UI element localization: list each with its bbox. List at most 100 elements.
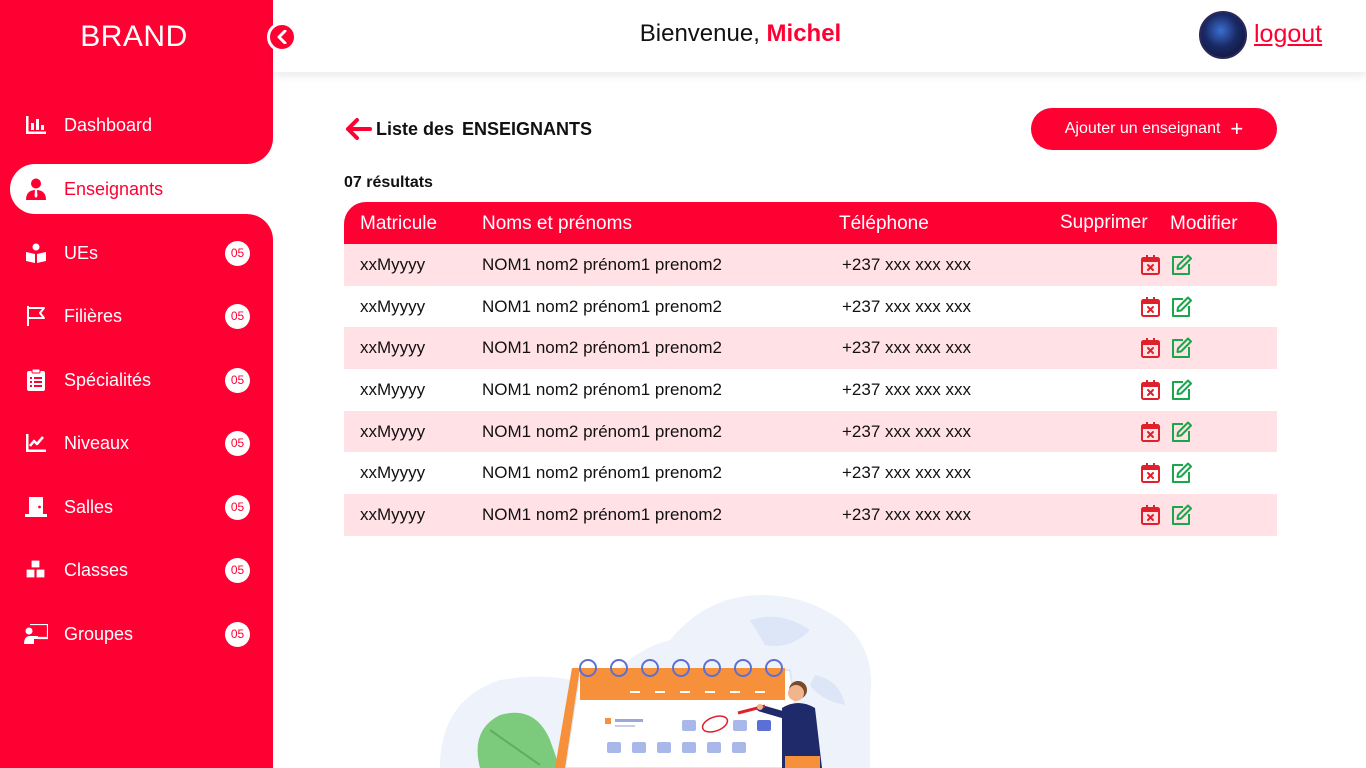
column-header-delete: Supprimer <box>1060 212 1148 233</box>
sidebar-item-label: Enseignants <box>64 178 164 199</box>
table-row: xxMyyyy NOM1 nom2 prénom1 prenom2 +237 x… <box>344 410 1277 453</box>
sidebar-item-niveaux[interactable]: Niveaux 05 <box>0 418 273 468</box>
calendar-delete-icon[interactable] <box>1140 379 1162 401</box>
edit-icon[interactable] <box>1170 379 1192 401</box>
add-teacher-button[interactable]: Ajouter un enseignant + <box>1031 108 1277 150</box>
sidebar-item-specialites[interactable]: Spécialités 05 <box>0 355 273 405</box>
count-badge: 05 <box>225 240 250 266</box>
cell-phone: +237 xxx xxx xxx <box>842 421 971 441</box>
cell-matricule: xxMyyyy <box>360 421 426 441</box>
table-row: xxMyyyy NOM1 nom2 prénom1 prenom2 +237 x… <box>344 327 1277 370</box>
sidebar-item-groupes[interactable]: Groupes 05 <box>0 609 273 659</box>
door-icon <box>24 495 48 519</box>
table-row: xxMyyyy NOM1 nom2 prénom1 prenom2 +237 x… <box>344 369 1277 411</box>
sidebar-item-classes[interactable]: Classes 05 <box>0 545 273 595</box>
sidebar-item-label: Salles <box>64 496 114 517</box>
cell-phone: +237 xxx xxx xxx <box>842 338 971 358</box>
results-count: 07 résultats <box>344 174 433 191</box>
cell-phone: +237 xxx xxx xxx <box>842 505 971 525</box>
edit-icon[interactable] <box>1170 504 1192 526</box>
sidebar-collapse-button[interactable] <box>267 22 297 52</box>
cell-name: NOM1 nom2 prénom1 prenom2 <box>482 505 723 525</box>
user-name: Michel <box>766 20 842 47</box>
flag-icon <box>24 304 48 328</box>
cell-name: NOM1 nom2 prénom1 prenom2 <box>482 463 723 483</box>
sidebar-item-label: Filières <box>64 305 123 326</box>
sidebar-item-label: Niveaux <box>64 432 130 453</box>
sidebar-item-label: Groupes <box>64 623 134 644</box>
cell-matricule: xxMyyyy <box>360 380 426 400</box>
edit-icon[interactable] <box>1170 421 1192 443</box>
cell-matricule: xxMyyyy <box>360 505 426 525</box>
count-badge: 05 <box>225 621 250 647</box>
count-badge: 05 <box>225 367 250 393</box>
edit-icon[interactable] <box>1170 254 1192 276</box>
count-badge: 05 <box>225 303 250 329</box>
page-title: Liste des ENSEIGNANTS <box>344 116 592 142</box>
sidebar-item-label: Dashboard <box>64 114 153 135</box>
column-header-phone[interactable]: Téléphone <box>839 213 929 235</box>
book-reader-icon <box>24 241 48 265</box>
cell-matricule: xxMyyyy <box>360 338 426 358</box>
chart-line-icon <box>24 431 48 455</box>
count-badge: 05 <box>225 494 250 520</box>
table-row: xxMyyyy NOM1 nom2 prénom1 prenom2 +237 x… <box>344 286 1277 328</box>
count-badge: 05 <box>225 557 250 583</box>
arrow-left-icon[interactable] <box>344 117 372 141</box>
edit-icon[interactable] <box>1170 462 1192 484</box>
cell-name: NOM1 nom2 prénom1 prenom2 <box>482 380 723 400</box>
table-header: Matricule Noms et prénoms Téléphone Supp… <box>344 202 1277 244</box>
plus-icon: + <box>1230 116 1244 141</box>
chalkboard-teacher-icon <box>24 622 48 646</box>
calendar-delete-icon[interactable] <box>1140 421 1162 443</box>
calendar-delete-icon[interactable] <box>1140 462 1162 484</box>
cubes-icon <box>24 558 48 582</box>
cell-phone: +237 xxx xxx xxx <box>842 380 971 400</box>
teachers-table: Matricule Noms et prénoms Téléphone Supp… <box>344 202 1277 536</box>
welcome-message: Bienvenue, Michel <box>639 20 842 47</box>
page-title-prefix: Liste des <box>376 118 455 139</box>
count-badge: 05 <box>225 430 250 456</box>
sidebar-item-dashboard[interactable]: Dashboard <box>0 100 273 150</box>
sidebar-item-ues[interactable]: UEs 05 <box>0 228 273 278</box>
add-teacher-label: Ajouter un enseignant <box>1064 120 1221 137</box>
sidebar-item-filieres[interactable]: Filières 05 <box>0 291 273 341</box>
sidebar-item-label: Spécialités <box>64 369 152 390</box>
column-header-edit: Modifier <box>1170 213 1238 234</box>
page-title-entity: ENSEIGNANTS <box>462 118 593 139</box>
table-row: xxMyyyy NOM1 nom2 prénom1 prenom2 +237 x… <box>344 452 1277 494</box>
sidebar: BRAND Dashboard Enseignants UEs 05 Filiè… <box>0 0 273 768</box>
cell-phone: +237 xxx xxx xxx <box>842 296 971 316</box>
avatar[interactable] <box>1199 11 1247 59</box>
calendar-delete-icon[interactable] <box>1140 254 1162 276</box>
column-header-matricule[interactable]: Matricule <box>360 213 437 235</box>
top-header: Bienvenue, Michel logout <box>273 0 1366 72</box>
cell-name: NOM1 nom2 prénom1 prenom2 <box>482 338 723 358</box>
cell-matricule: xxMyyyy <box>360 255 426 274</box>
clipboard-list-icon <box>24 368 48 392</box>
calendar-delete-icon[interactable] <box>1140 504 1162 526</box>
cell-matricule: xxMyyyy <box>360 463 426 483</box>
calendar-illustration <box>440 595 872 768</box>
logout-link[interactable]: logout <box>1254 20 1322 49</box>
cell-matricule: xxMyyyy <box>360 296 426 316</box>
sidebar-item-label: UEs <box>64 242 99 263</box>
brand-logo: BRAND <box>80 20 188 53</box>
edit-icon[interactable] <box>1170 296 1192 318</box>
cell-name: NOM1 nom2 prénom1 prenom2 <box>482 296 723 316</box>
cell-phone: +237 xxx xxx xxx <box>842 255 971 274</box>
chevron-left-icon <box>277 30 287 44</box>
user-tie-icon <box>24 177 48 201</box>
calendar-delete-icon[interactable] <box>1140 296 1162 318</box>
calendar-delete-icon[interactable] <box>1140 337 1162 359</box>
sidebar-item-enseignants[interactable]: Enseignants <box>10 164 273 214</box>
cell-name: NOM1 nom2 prénom1 prenom2 <box>482 421 723 441</box>
sidebar-item-salles[interactable]: Salles 05 <box>0 482 273 532</box>
table-row: xxMyyyy NOM1 nom2 prénom1 prenom2 +237 x… <box>344 494 1277 536</box>
sidebar-item-label: Classes <box>64 559 129 580</box>
edit-icon[interactable] <box>1170 337 1192 359</box>
column-header-name[interactable]: Noms et prénoms <box>482 213 632 235</box>
table-row: xxMyyyy NOM1 nom2 prénom1 prenom2 +237 x… <box>344 244 1277 286</box>
chart-bar-icon <box>24 113 48 137</box>
cell-phone: +237 xxx xxx xxx <box>842 463 971 483</box>
